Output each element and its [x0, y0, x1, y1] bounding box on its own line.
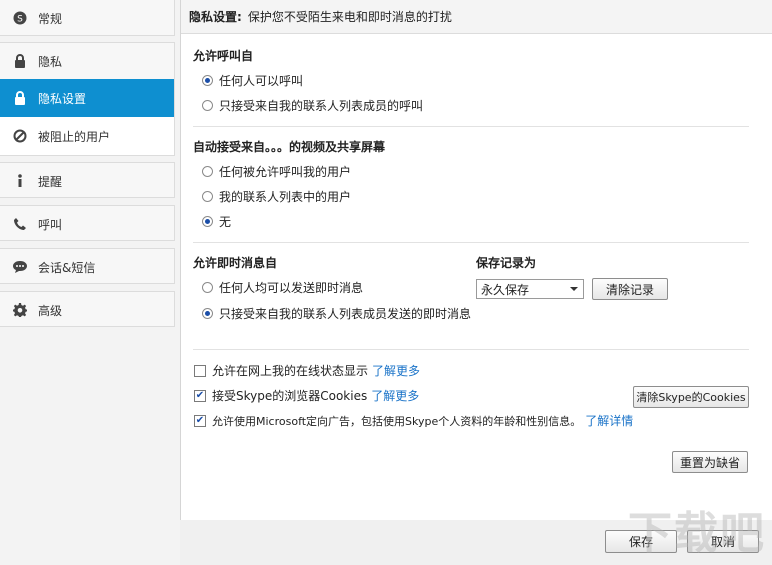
checkbox-label: 允许在网上我的在线状态显示	[212, 364, 369, 378]
clear-cookies-button[interactable]: 清除Skype的Cookies	[633, 386, 749, 408]
ads-check[interactable]: ✔ 允许使用Microsoft定向广告，包括使用Skype个人资料的年龄和性别信…	[194, 412, 633, 429]
nav-group-general: S 常规	[0, 0, 175, 36]
radio-button[interactable]	[202, 216, 213, 227]
divider	[193, 242, 749, 243]
video-option-contacts[interactable]: 我的联系人列表中的用户	[202, 188, 351, 205]
radio-button[interactable]	[202, 75, 213, 86]
cookies-check[interactable]: ✔ 接受Skype的浏览器Cookies 了解更多	[194, 387, 419, 404]
sidebar-item-advanced[interactable]: 高级	[0, 292, 174, 328]
sidebar-item-label: 常规	[38, 11, 63, 26]
sidebar-item-label: 提醒	[38, 174, 63, 189]
nav-group-im: 会话&短信	[0, 248, 175, 284]
history-select[interactable]: 永久保存	[476, 279, 584, 299]
lock-icon	[12, 53, 28, 69]
sidebar-item-calls[interactable]: 呼叫	[0, 206, 174, 242]
radio-button[interactable]	[202, 191, 213, 202]
radio-button[interactable]	[202, 282, 213, 293]
radio-label: 任何人可以呼叫	[219, 74, 304, 88]
checkbox-label: 允许使用Microsoft定向广告，包括使用Skype个人资料的年龄和性别信息。	[212, 414, 582, 428]
nav-group-alerts: 提醒	[0, 162, 175, 198]
sidebar-item-label: 隐私	[38, 54, 63, 69]
calls-option-anyone[interactable]: 任何人可以呼叫	[202, 72, 303, 89]
radio-button[interactable]	[202, 100, 213, 111]
calls-section-title: 允许呼叫自	[193, 49, 254, 63]
video-option-none[interactable]: 无	[202, 213, 231, 230]
im-option-contacts[interactable]: 只接受来自我的联系人列表成员发送的即时消息	[202, 305, 471, 322]
sidebar-item-label: 呼叫	[38, 217, 63, 232]
clear-history-button[interactable]: 清除记录	[592, 278, 668, 300]
page-title: 隐私设置:	[189, 10, 242, 24]
radio-label: 我的联系人列表中的用户	[219, 190, 352, 204]
radio-label: 只接受来自我的联系人列表成员的呼叫	[219, 99, 424, 113]
online-status-check[interactable]: 允许在网上我的在线状态显示 了解更多	[194, 362, 420, 379]
nav-group-calls: 呼叫	[0, 205, 175, 241]
nav-group-advanced: 高级	[0, 291, 175, 327]
sidebar-item-label: 隐私设置	[38, 91, 87, 106]
chevron-down-icon	[570, 287, 578, 291]
video-option-allowed[interactable]: 任何被允许呼叫我的用户	[202, 163, 351, 180]
reset-defaults-button[interactable]: 重置为缺省	[672, 451, 748, 473]
checkbox-label: 接受Skype的浏览器Cookies	[212, 389, 368, 403]
chat-bubble-icon	[12, 259, 28, 275]
im-option-anyone[interactable]: 任何人均可以发送即时消息	[202, 279, 363, 296]
sidebar-item-general[interactable]: S 常规	[0, 0, 174, 36]
sidebar-item-im-sms[interactable]: 会话&短信	[0, 249, 174, 285]
gear-icon	[12, 302, 28, 318]
im-section-title: 允许即时消息自	[193, 256, 278, 270]
checkbox[interactable]: ✔	[194, 389, 206, 402]
lock-icon	[12, 90, 28, 106]
panel-header: 隐私设置: 保护您不受陌生来电和即时消息的打扰	[181, 0, 772, 34]
history-section-title: 保存记录为	[476, 256, 537, 270]
checkbox[interactable]	[194, 364, 206, 377]
checkbox[interactable]: ✔	[194, 414, 206, 427]
blocked-icon	[12, 128, 28, 144]
radio-label: 只接受来自我的联系人列表成员发送的即时消息	[219, 307, 472, 321]
radio-label: 无	[219, 215, 232, 229]
learn-more-link[interactable]: 了解详情	[585, 412, 633, 429]
save-button[interactable]: 保存	[605, 530, 677, 553]
learn-more-link[interactable]: 了解更多	[371, 387, 419, 404]
sidebar-item-privacy-settings[interactable]: 隐私设置	[0, 79, 174, 117]
divider	[193, 126, 749, 127]
divider	[193, 349, 749, 350]
cancel-button[interactable]: 取消	[687, 530, 759, 553]
radio-button[interactable]	[202, 166, 213, 177]
video-section-title: 自动接受来自。。。的视频及共享屏幕	[193, 140, 386, 154]
learn-more-link[interactable]: 了解更多	[372, 362, 420, 379]
sidebar-item-label: 高级	[38, 303, 63, 318]
nav-group-privacy: 隐私 隐私设置 被阻止的用户	[0, 42, 175, 156]
sidebar-item-blocked-users[interactable]: 被阻止的用户	[0, 117, 174, 155]
info-icon	[12, 173, 28, 189]
skype-icon: S	[12, 10, 28, 26]
sidebar-item-label: 会话&短信	[38, 260, 96, 275]
radio-label: 任何被允许呼叫我的用户	[219, 165, 352, 179]
history-select-value: 永久保存	[481, 282, 530, 297]
sidebar-item-label: 被阻止的用户	[38, 129, 111, 144]
radio-button[interactable]	[202, 308, 213, 319]
phone-icon	[12, 216, 28, 232]
calls-option-contacts[interactable]: 只接受来自我的联系人列表成员的呼叫	[202, 97, 423, 114]
sidebar: S 常规 隐私 隐私设置 被阻止的用户 提醒 呼叫 会话&短信 高级	[0, 0, 180, 565]
page-subtitle: 保护您不受陌生来电和即时消息的打扰	[247, 10, 452, 24]
radio-label: 任何人均可以发送即时消息	[219, 281, 364, 295]
svg-text:S: S	[17, 15, 23, 25]
sidebar-item-alerts[interactable]: 提醒	[0, 163, 174, 199]
sidebar-item-privacy[interactable]: 隐私	[0, 43, 174, 79]
